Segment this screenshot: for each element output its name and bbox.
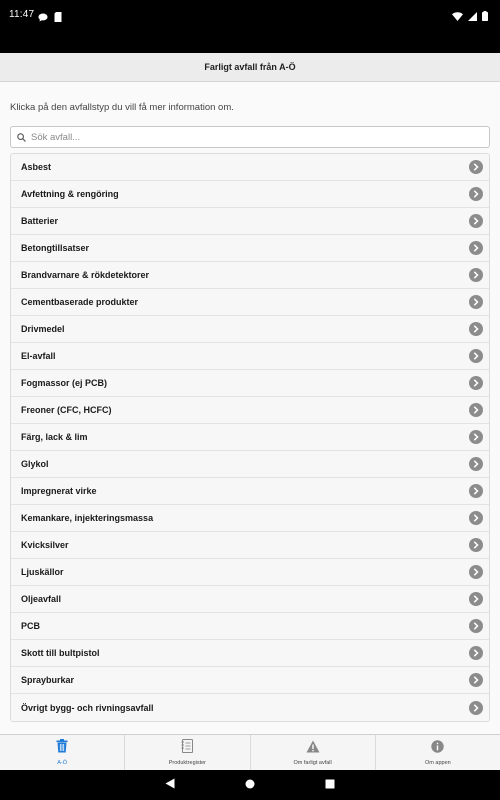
chevron-right-icon: [469, 349, 483, 363]
list-item-label: Färg, lack & lim: [21, 432, 88, 442]
tab-label: Om appen: [425, 759, 451, 766]
bottom-tab-bar: A-Ö Produktregister Om farligt avfall Om…: [0, 734, 500, 770]
main-content: Klicka på den avfallstyp du vill få mer …: [0, 82, 500, 734]
list-item-label: Ljuskällor: [21, 567, 64, 577]
list-item[interactable]: Avfettning & rengöring: [11, 181, 489, 208]
list-item[interactable]: Brandvarnare & rökdetektorer: [11, 262, 489, 289]
chevron-right-icon: [469, 430, 483, 444]
chevron-right-icon: [469, 187, 483, 201]
list-item-label: PCB: [21, 621, 41, 631]
list-item-label: Freoner (CFC, HCFC): [21, 405, 112, 415]
chevron-right-icon: [469, 484, 483, 498]
list-item-label: Asbest: [21, 162, 52, 172]
list-item-label: Betongtillsatser: [21, 243, 90, 253]
home-icon[interactable]: [245, 776, 255, 794]
search-icon: [17, 132, 26, 142]
page-title: Farligt avfall från A-Ö: [204, 62, 296, 72]
list-item-label: Drivmedel: [21, 324, 65, 334]
chevron-right-icon: [469, 565, 483, 579]
wifi-icon: [452, 8, 463, 26]
list-item[interactable]: El-avfall: [11, 343, 489, 370]
list-item-label: Övrigt bygg- och rivningsavfall: [21, 702, 154, 713]
list-item[interactable]: Övrigt bygg- och rivningsavfall: [11, 694, 489, 721]
info-icon: [431, 739, 445, 758]
list-item[interactable]: Impregnerat virke: [11, 478, 489, 505]
app-header: Farligt avfall från A-Ö: [0, 53, 500, 82]
back-icon[interactable]: [165, 776, 175, 794]
system-nav-bar: [0, 770, 500, 800]
list-item[interactable]: Oljeavfall: [11, 586, 489, 613]
list-item-label: Brandvarnare & rökdetektorer: [21, 270, 150, 280]
chevron-right-icon: [469, 160, 483, 174]
sd-card-icon: [54, 9, 62, 27]
list-item-label: Oljeavfall: [21, 594, 62, 604]
list-item[interactable]: Färg, lack & lim: [11, 424, 489, 451]
list-item[interactable]: Sprayburkar: [11, 667, 489, 694]
chevron-right-icon: [469, 322, 483, 336]
list-item-label: Batterier: [21, 216, 59, 226]
list-item[interactable]: Freoner (CFC, HCFC): [11, 397, 489, 424]
list-item[interactable]: Glykol: [11, 451, 489, 478]
notebook-icon: [181, 739, 194, 758]
list-item-label: Skott till bultpistol: [21, 648, 100, 658]
chevron-right-icon: [469, 700, 483, 715]
list-item-label: Glykol: [21, 459, 49, 469]
chevron-right-icon: [469, 403, 483, 417]
tab-produktregister[interactable]: Produktregister: [125, 735, 251, 770]
tab-a-o[interactable]: A-Ö: [0, 735, 126, 770]
chevron-right-icon: [469, 268, 483, 282]
status-time: 11:47: [9, 9, 35, 20]
list-item[interactable]: Ljuskällor: [11, 559, 489, 586]
status-bar: 11:47: [0, 0, 500, 53]
list-item[interactable]: Asbest: [11, 154, 489, 181]
list-item-label: Fogmassor (ej PCB): [21, 378, 108, 388]
chat-icon: [38, 9, 48, 27]
tab-label: Produktregister: [168, 760, 207, 766]
chevron-right-icon: [469, 538, 483, 552]
chevron-right-icon: [469, 214, 483, 228]
chevron-right-icon: [469, 619, 483, 633]
list-item[interactable]: Betongtillsatser: [11, 235, 489, 262]
recents-icon[interactable]: [325, 776, 335, 794]
list-item-label: Impregnerat virke: [21, 486, 97, 496]
list-item-label: Sprayburkar: [21, 675, 75, 685]
list-item[interactable]: Kvicksilver: [11, 532, 489, 559]
chevron-right-icon: [469, 241, 483, 255]
chevron-right-icon: [469, 646, 483, 660]
list-item[interactable]: Kemankare, injekteringsmassa: [11, 505, 489, 532]
search-box[interactable]: [10, 126, 490, 148]
waste-type-list: Asbest Avfettning & rengöring Batterier …: [10, 153, 490, 722]
list-item[interactable]: Batterier: [11, 208, 489, 235]
list-item-label: Kemankare, injekteringsmassa: [21, 513, 154, 523]
tab-om-farligt-avfall[interactable]: Om farligt avfall: [251, 735, 376, 770]
list-item[interactable]: Fogmassor (ej PCB): [11, 370, 489, 397]
list-item-label: El-avfall: [21, 351, 56, 361]
chevron-right-icon: [469, 457, 483, 471]
list-item[interactable]: PCB: [11, 613, 489, 640]
trash-icon: [56, 739, 68, 758]
tab-label: Om farligt avfall: [293, 759, 332, 766]
chevron-right-icon: [469, 295, 483, 309]
tab-label: A-Ö: [57, 760, 68, 766]
search-input[interactable]: [31, 131, 471, 143]
list-item[interactable]: Drivmedel: [11, 316, 489, 343]
list-item-label: Avfettning & rengöring: [21, 189, 119, 199]
list-item-label: Cementbaserade produkter: [21, 297, 139, 307]
warning-icon: [306, 740, 320, 758]
signal-icon: [468, 8, 477, 26]
chevron-right-icon: [469, 673, 483, 687]
tab-om-appen[interactable]: Om appen: [376, 735, 500, 770]
chevron-right-icon: [469, 376, 483, 390]
battery-icon: [482, 8, 488, 26]
chevron-right-icon: [469, 511, 483, 525]
list-item[interactable]: Skott till bultpistol: [11, 640, 489, 667]
intro-text: Klicka på den avfallstyp du vill få mer …: [10, 102, 234, 113]
list-item[interactable]: Cementbaserade produkter: [11, 289, 489, 316]
list-item-label: Kvicksilver: [21, 540, 69, 550]
chevron-right-icon: [469, 592, 483, 606]
